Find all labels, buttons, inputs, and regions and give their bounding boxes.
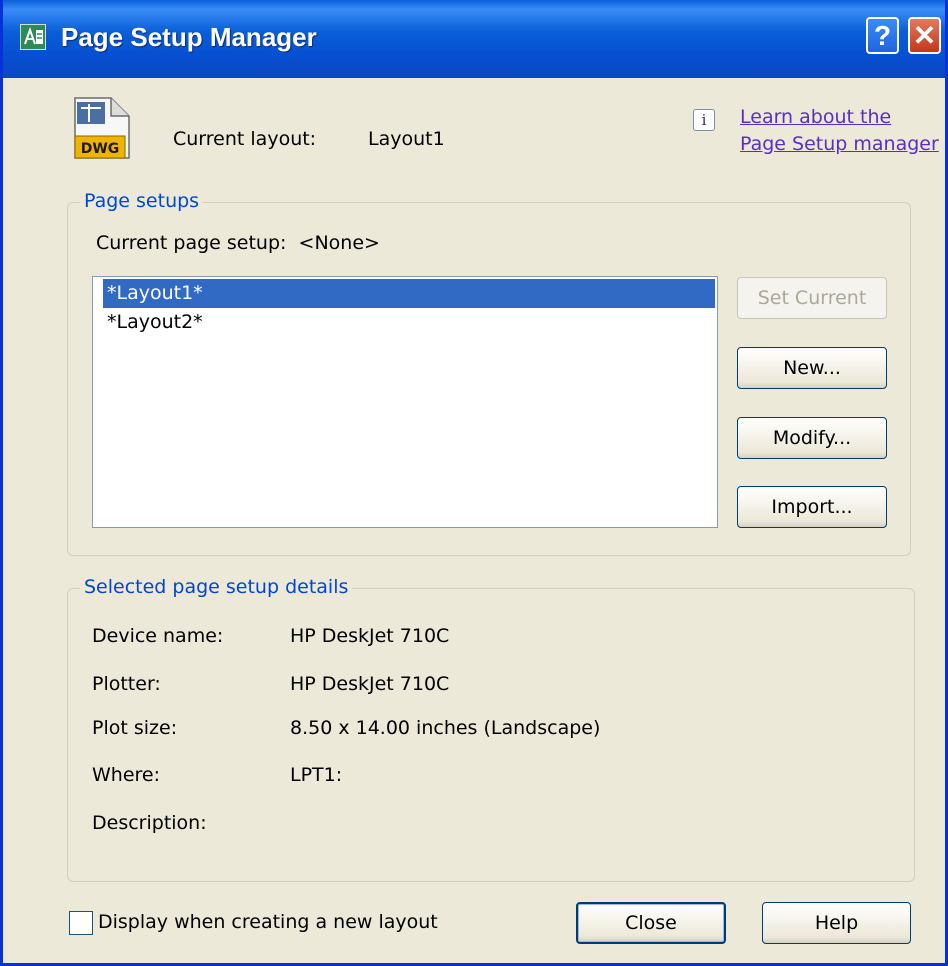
plot-size-value: 8.50 x 14.00 inches (Landscape) [290, 717, 601, 739]
list-item[interactable]: *Layout1* [103, 279, 715, 308]
title-bar[interactable]: Page Setup Manager ? ✕ [3, 0, 945, 78]
plotter-label: Plotter: [92, 673, 161, 695]
info-icon: i [693, 109, 715, 131]
learn-link-line1[interactable]: Learn about the [740, 104, 939, 131]
page-setups-group-title: Page setups [80, 190, 204, 212]
close-button[interactable]: Close [576, 902, 726, 944]
current-page-setup-value: <None> [298, 232, 380, 254]
list-item[interactable]: *Layout2* [103, 308, 715, 337]
current-page-setup-line: Current page setup: <None> [96, 232, 380, 254]
page-setups-list[interactable]: *Layout1* *Layout2* [92, 276, 718, 528]
current-layout-value: Layout1 [368, 128, 445, 150]
learn-link-line2[interactable]: Page Setup manager [740, 131, 939, 158]
close-icon: ✕ [912, 20, 937, 51]
page-setup-manager-dialog: Page Setup Manager ? ✕ DWG Current layou… [0, 0, 948, 966]
display-new-layout-label[interactable]: Display when creating a new layout [98, 911, 438, 933]
title-help-button[interactable]: ? [866, 17, 899, 54]
dwg-file-icon: DWG [74, 97, 130, 159]
import-button[interactable]: Import... [737, 486, 887, 528]
help-icon: ? [873, 19, 892, 51]
device-name-value: HP DeskJet 710C [290, 625, 450, 647]
help-button[interactable]: Help [762, 902, 911, 944]
where-value: LPT1: [290, 764, 343, 786]
current-layout-label: Current layout: [173, 128, 317, 150]
plotter-value: HP DeskJet 710C [290, 673, 450, 695]
device-name-label: Device name: [92, 625, 224, 647]
learn-about-link[interactable]: Learn about the Page Setup manager [740, 104, 939, 158]
title-close-button[interactable]: ✕ [908, 17, 941, 54]
set-current-button[interactable]: Set Current [737, 277, 887, 319]
description-label: Description: [92, 812, 207, 834]
dwg-icon-text: DWG [81, 141, 120, 157]
new-button[interactable]: New... [737, 347, 887, 389]
plot-size-label: Plot size: [92, 717, 178, 739]
window-title: Page Setup Manager [61, 22, 317, 52]
current-page-setup-label: Current page setup: [96, 232, 287, 254]
modify-button[interactable]: Modify... [737, 417, 887, 459]
page-setup-icon [20, 24, 46, 50]
display-new-layout-checkbox[interactable] [69, 911, 93, 935]
where-label: Where: [92, 764, 161, 786]
details-group-title: Selected page setup details [80, 576, 353, 598]
